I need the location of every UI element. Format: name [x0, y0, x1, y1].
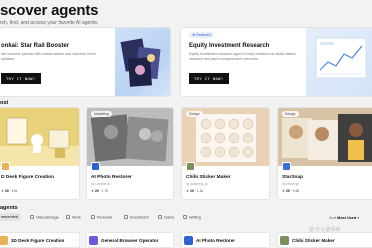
sort-value: Most Used [337, 216, 357, 220]
video-image-icon [30, 215, 34, 219]
sort-dropdown[interactable]: Sort Most Used ▾ [329, 215, 359, 220]
agent-stats: ★ 20 · 1.7k [91, 189, 109, 193]
tab-game[interactable]: Game [155, 213, 177, 222]
game-icon [158, 215, 162, 219]
agent-rating: 20 [5, 189, 9, 193]
tab-recommended[interactable]: mmended [0, 213, 21, 221]
list-item[interactable]: Chibi Sticker Maker [277, 232, 372, 248]
agent-logo [282, 162, 291, 171]
agent-usage: 10k [11, 189, 18, 193]
star-icon: ★ [91, 189, 95, 193]
tab-investment[interactable]: Investment [121, 213, 152, 222]
agent-title: AI Photo Restorer [91, 175, 132, 180]
agent-rating: 20 [95, 189, 99, 193]
star-icon: ★ [282, 189, 286, 193]
agent-usage: 1.7k [101, 189, 109, 193]
category-badge: Marketing [91, 111, 112, 117]
featured-description: rail resource planner with instant advic… [1, 52, 96, 61]
agent-card-chibi-sticker[interactable]: Design Chibi Sticker Maker by academy_ai… [181, 107, 270, 200]
category-tabs: mmended Video&Image Work Personal Invest… [0, 213, 372, 223]
investment-icon [124, 215, 128, 219]
section-heading-trending: ost [0, 100, 9, 106]
sort-label: Sort [329, 216, 336, 220]
tab-writing[interactable]: Writing [180, 213, 204, 222]
agent-title: StarSnap [282, 175, 304, 180]
agent-usage: 4.9k [292, 189, 300, 193]
agent-title: 3D Desk Figure Creation [11, 238, 65, 243]
writing-icon [183, 215, 187, 219]
featured-artwork [306, 28, 372, 96]
agent-logo [89, 236, 98, 245]
agent-title: Chibi Sticker Maker [292, 238, 335, 243]
agent-stats: ★ 20 · 4.9k [282, 189, 300, 193]
tab-label: Writing [189, 215, 201, 220]
agent-title: Chibi Sticker Maker [186, 175, 231, 180]
try-it-now-button[interactable]: TRY IT NOW! [1, 73, 41, 84]
tab-personal[interactable]: Personal [88, 213, 115, 222]
tab-work[interactable]: Work [63, 213, 84, 222]
agent-author: by Lovable AI [91, 182, 111, 186]
agent-logo [280, 236, 289, 245]
watermark: 値 什么值得买 [309, 227, 341, 233]
category-badge: Design [282, 111, 299, 117]
star-icon: ★ [186, 189, 190, 193]
featured-title: Equity Investment Research [189, 43, 270, 49]
page-subtitle: rch, find, and access your favorite AI a… [0, 20, 99, 26]
featured-artwork [115, 28, 170, 96]
agent-author: by academy_ai [186, 182, 208, 186]
page-title: scover agents [0, 2, 99, 19]
agent-logo [91, 162, 100, 171]
featured-title: onkai: Star Rail Booster [1, 43, 70, 49]
agent-card-photo-restorer[interactable]: Marketing AI Photo Restorer by Lovable A… [86, 107, 174, 200]
agent-logo [0, 236, 8, 245]
tab-label: Game [164, 215, 175, 220]
featured-badge: ★ Featured [189, 32, 214, 38]
agent-title: D Desk Figure Creation [1, 175, 55, 180]
agent-title: AI Photo Restorer [196, 238, 236, 243]
agent-card-starsnap[interactable]: Design StarSnap by kevin.hjp ★ 20 · 4.9k [277, 107, 372, 200]
personal-icon [91, 215, 95, 219]
agent-logo [184, 236, 193, 245]
agent-stats: ★ 20 · 10k [1, 189, 18, 193]
agent-author: by kevin.hjp [282, 182, 299, 186]
try-it-now-button[interactable]: TRY IT NOW! [189, 73, 229, 84]
agent-rating: 20 [190, 189, 194, 193]
list-item[interactable]: 3D Desk Figure Creation [0, 232, 80, 248]
agent-thumbnail [0, 108, 79, 166]
work-icon [66, 215, 70, 219]
agent-usage: 1.1k [196, 189, 204, 193]
section-heading-agents: agents [0, 205, 18, 211]
tab-label: Personal [97, 215, 112, 220]
category-badge: Design [186, 111, 203, 117]
agent-logo [186, 162, 195, 171]
tab-label: Investment [130, 215, 149, 220]
tab-label: Work [72, 215, 81, 220]
list-item[interactable]: AI Photo Restorer [181, 232, 270, 248]
agent-rating: 20 [286, 189, 290, 193]
agent-card-desk-figure[interactable]: D Desk Figure Creation ★ 20 · 10k [0, 107, 80, 200]
tab-label: Video&Image [36, 215, 59, 220]
agent-logo [1, 162, 10, 171]
star-icon: ★ [1, 189, 5, 193]
agent-title: General Browser Operator [101, 238, 159, 243]
featured-description: Equity investment research agent to help… [189, 52, 296, 61]
chevron-down-icon: ▾ [357, 216, 360, 220]
featured-card-equity-research[interactable]: ★ Featured Equity Investment Research Eq… [180, 27, 372, 97]
tab-video-image[interactable]: Video&Image [27, 213, 62, 222]
featured-card-star-rail[interactable]: onkai: Star Rail Booster rail resource p… [0, 27, 171, 97]
list-item[interactable]: General Browser Operator [86, 232, 174, 248]
agent-stats: ★ 20 · 1.1k [186, 189, 204, 193]
